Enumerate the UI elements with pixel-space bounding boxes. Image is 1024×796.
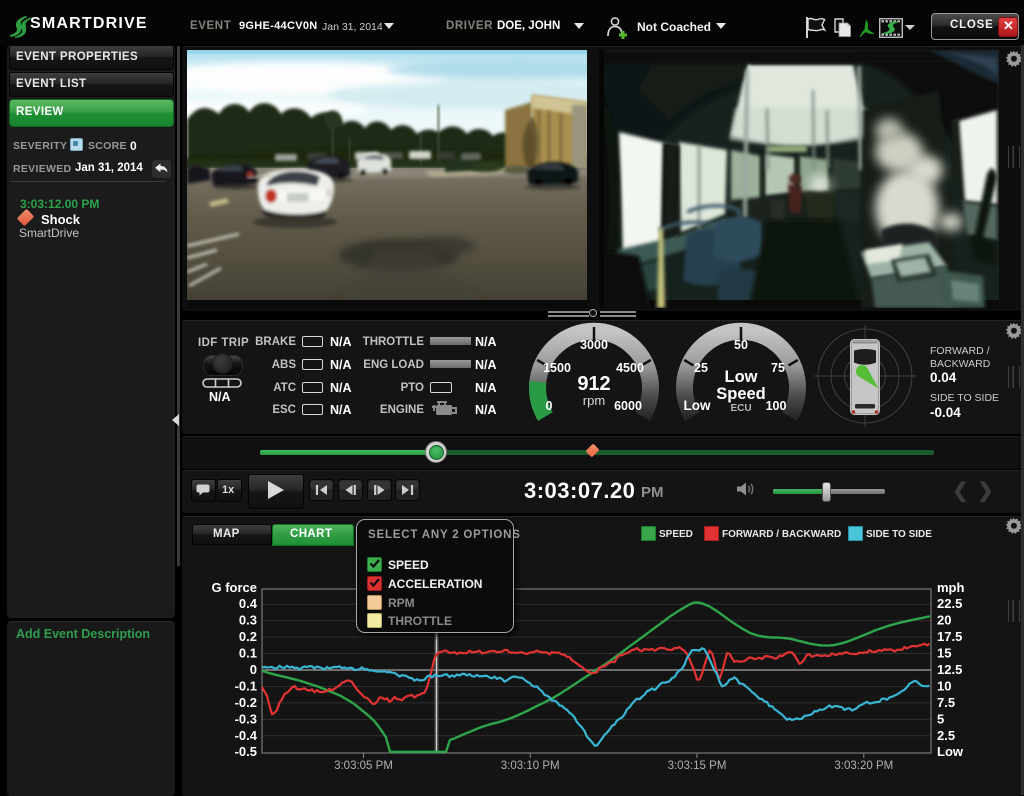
svg-text:-0.1: -0.1 xyxy=(235,679,257,694)
svg-text:2.5: 2.5 xyxy=(937,728,955,743)
svg-text:0.4: 0.4 xyxy=(239,596,258,611)
svg-text:-0.2: -0.2 xyxy=(235,695,257,710)
svg-text:75: 75 xyxy=(771,361,785,375)
svg-text:0.3: 0.3 xyxy=(239,613,257,628)
svg-text:0.2: 0.2 xyxy=(239,629,257,644)
svg-text:-0.4: -0.4 xyxy=(235,728,258,743)
svg-text:100: 100 xyxy=(766,399,787,413)
svg-text:Low: Low xyxy=(937,744,964,759)
svg-text:3:03:15 PM: 3:03:15 PM xyxy=(668,760,727,772)
svg-text:12.5: 12.5 xyxy=(937,662,962,677)
svg-text:22.5: 22.5 xyxy=(937,596,962,611)
svg-text:Low: Low xyxy=(725,368,758,386)
svg-text:17.5: 17.5 xyxy=(937,629,962,644)
svg-text:ECU: ECU xyxy=(730,403,751,414)
svg-text:G force: G force xyxy=(211,580,257,595)
svg-text:0: 0 xyxy=(250,662,257,677)
svg-text:7.5: 7.5 xyxy=(937,695,955,710)
svg-text:3:03:20 PM: 3:03:20 PM xyxy=(834,760,893,772)
svg-text:Speed: Speed xyxy=(716,385,766,403)
svg-text:4500: 4500 xyxy=(616,361,644,375)
svg-text:15: 15 xyxy=(937,646,951,661)
svg-text:3000: 3000 xyxy=(580,338,608,352)
svg-text:-0.3: -0.3 xyxy=(235,711,257,726)
svg-text:20: 20 xyxy=(937,613,951,628)
svg-text:912: 912 xyxy=(577,373,610,395)
svg-text:1500: 1500 xyxy=(543,361,571,375)
svg-text:rpm: rpm xyxy=(583,393,605,408)
svg-text:5: 5 xyxy=(937,711,944,726)
svg-text:mph: mph xyxy=(937,580,965,595)
svg-text:50: 50 xyxy=(734,338,748,352)
svg-text:0: 0 xyxy=(546,399,553,413)
svg-text:3:03:10 PM: 3:03:10 PM xyxy=(501,760,560,772)
svg-text:0.1: 0.1 xyxy=(239,646,257,661)
svg-text:-0.5: -0.5 xyxy=(235,744,257,759)
svg-text:6000: 6000 xyxy=(614,399,642,413)
svg-text:10: 10 xyxy=(937,679,951,694)
svg-text:3:03:05 PM: 3:03:05 PM xyxy=(334,760,393,772)
svg-text:Low: Low xyxy=(684,398,711,413)
svg-text:25: 25 xyxy=(694,361,708,375)
